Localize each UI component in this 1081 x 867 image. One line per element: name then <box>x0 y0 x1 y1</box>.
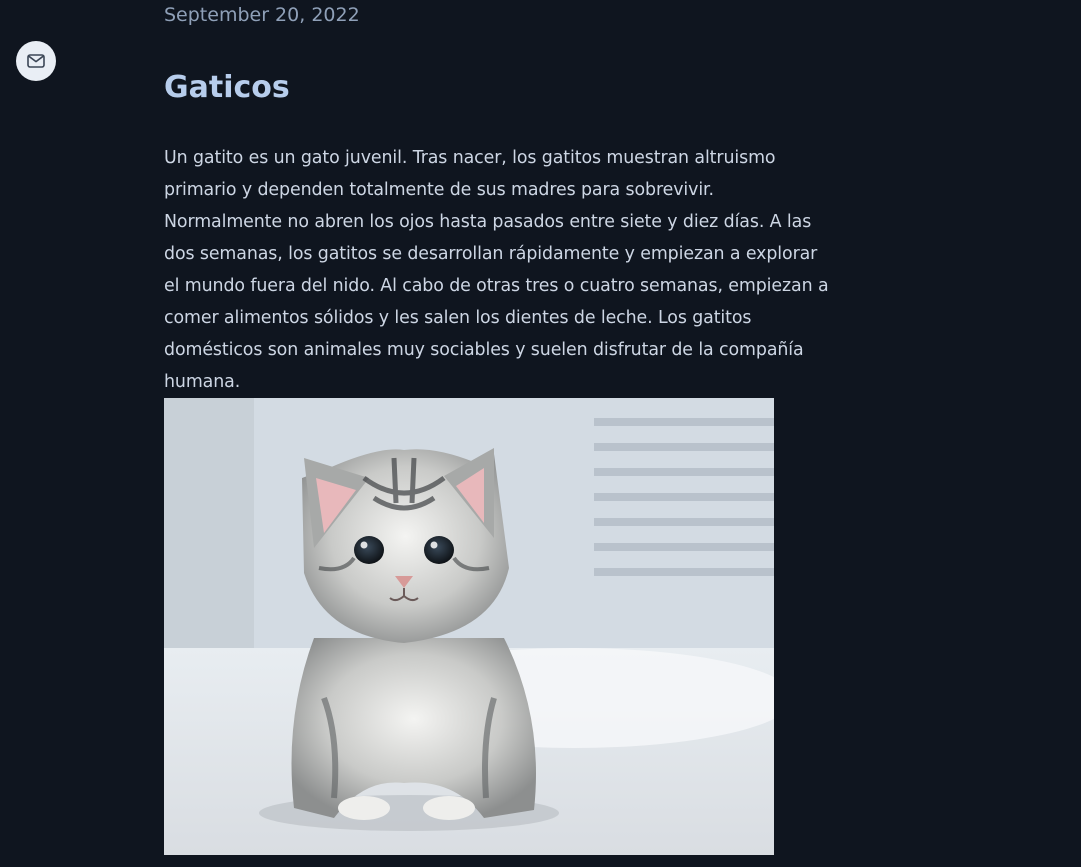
post-date: September 20, 2022 <box>164 4 360 26</box>
mail-button[interactable] <box>16 41 56 81</box>
kitten-photo <box>164 398 774 855</box>
post-body: Un gatito es un gato juvenil. Tras nacer… <box>164 148 829 392</box>
post-title: Gaticos <box>164 70 290 105</box>
mail-icon <box>27 54 45 68</box>
